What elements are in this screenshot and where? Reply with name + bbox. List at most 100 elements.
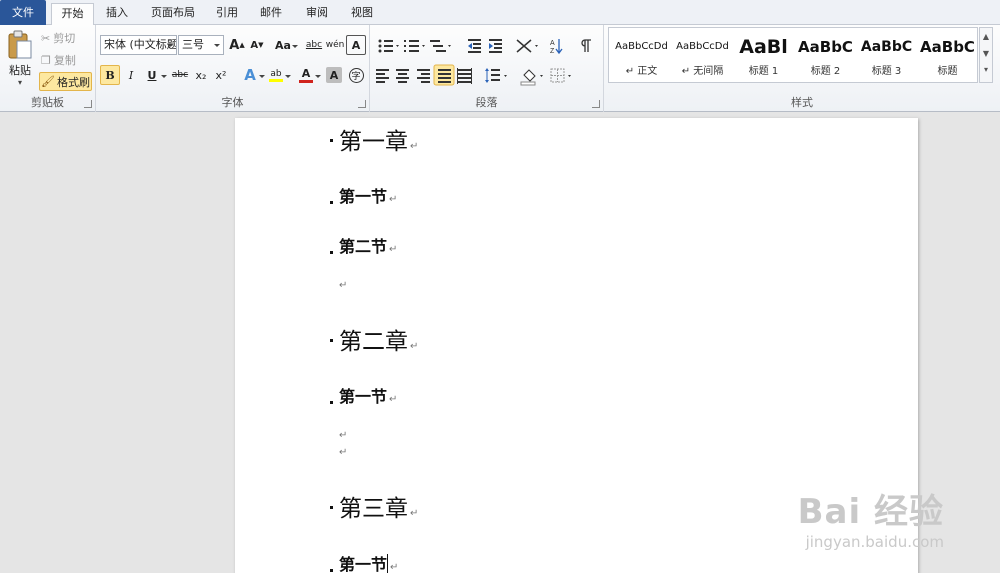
justify-icon[interactable] xyxy=(433,64,455,86)
more-styles-icon[interactable]: ▾ xyxy=(980,62,992,78)
font-color-button[interactable]: A xyxy=(296,65,321,85)
italic-button[interactable]: I xyxy=(121,65,141,85)
heading-text: 第三章 xyxy=(339,496,408,522)
heading-chapter-3[interactable]: 第三章 ↵ xyxy=(339,489,418,523)
highlight-color-button[interactable]: ab xyxy=(266,65,291,85)
paragraph-mark: ↵ xyxy=(410,508,419,519)
watermark-url: jingyan.baidu.com xyxy=(805,533,944,551)
enclose-characters-button[interactable]: 字 xyxy=(346,65,366,85)
style-heading-1[interactable]: AaBl 标题 1 xyxy=(733,30,794,82)
empty-paragraph[interactable]: ↵ xyxy=(337,278,347,291)
superscript-button[interactable]: x² xyxy=(211,65,231,85)
style-no-spacing[interactable]: AaBbCcDd ↵ 无间隔 xyxy=(672,30,733,82)
text-effects-button[interactable]: A xyxy=(240,65,265,85)
heading-section-3-1[interactable]: 第一节 ↵ xyxy=(339,551,398,573)
shrink-font-button[interactable]: A ▼ xyxy=(247,35,267,55)
tab-view[interactable]: 视图 xyxy=(343,3,381,25)
empty-paragraph[interactable]: ↵ xyxy=(337,445,347,458)
tab-insert[interactable]: 插入 xyxy=(98,3,136,25)
clear-formatting-button[interactable]: abc xyxy=(304,35,324,55)
style-name: 标题 2 xyxy=(810,66,841,77)
copy-button[interactable]: ❐ 复制 xyxy=(41,52,76,68)
show-marks-icon[interactable] xyxy=(581,39,591,52)
paragraph-dialog-launcher[interactable] xyxy=(592,100,600,108)
change-case-icon: Aa xyxy=(275,38,291,52)
grow-font-icon: A xyxy=(229,37,240,53)
tab-references[interactable]: 引用 xyxy=(208,3,246,25)
distributed-icon[interactable] xyxy=(457,68,472,84)
align-left-icon[interactable] xyxy=(376,69,389,83)
heading-text: 第一节 xyxy=(339,555,388,573)
format-painter-button[interactable]: 🖌 格式刷 xyxy=(39,72,92,91)
heading-chapter-2[interactable]: 第二章 ↵ xyxy=(339,322,418,356)
heading-text: 第二章 xyxy=(339,329,408,355)
numbering-icon[interactable] xyxy=(404,40,425,52)
font-color-swatch xyxy=(299,80,313,83)
paintbrush-icon: 🖌 xyxy=(41,75,55,88)
increase-indent-icon[interactable] xyxy=(489,39,502,53)
chinese-layout-icon[interactable] xyxy=(516,39,538,53)
font-dialog-launcher[interactable] xyxy=(358,100,366,108)
heading-section-1-1[interactable]: 第一节 ↵ xyxy=(339,183,397,207)
paragraph-group: AZ 段落 xyxy=(370,25,604,112)
paint-bucket-icon[interactable] xyxy=(520,69,543,86)
paragraph-mark: ↵ xyxy=(390,562,399,573)
scroll-up-icon[interactable]: ▲ xyxy=(980,28,992,45)
heading-chapter-1[interactable]: 第一章 ↵ xyxy=(339,122,418,156)
multilevel-list-icon[interactable] xyxy=(430,40,451,52)
character-shading-button[interactable]: A xyxy=(326,67,342,83)
sort-icon[interactable]: AZ xyxy=(550,39,563,55)
underline-button[interactable]: U xyxy=(142,65,167,85)
empty-paragraph[interactable]: ↵ xyxy=(337,428,347,441)
paste-button[interactable]: 粘贴 ▾ xyxy=(4,27,36,89)
font-name-dropdown[interactable]: 宋体 (中文标题 xyxy=(100,35,177,55)
tab-home[interactable]: 开始 xyxy=(51,3,94,26)
style-heading-3[interactable]: AaBbC 标题 3 xyxy=(856,30,917,82)
decrease-indent-icon[interactable] xyxy=(468,39,481,53)
character-border-button[interactable]: A xyxy=(346,35,366,55)
heading-marker xyxy=(330,339,333,342)
font-group-label: 字体 xyxy=(221,96,244,109)
paragraph-mark: ↵ xyxy=(410,341,419,352)
highlight-color-swatch xyxy=(269,78,283,82)
copy-label: 复制 xyxy=(53,54,76,67)
line-spacing-icon[interactable] xyxy=(485,68,507,83)
heading-marker xyxy=(330,201,333,204)
heading-section-2-1[interactable]: 第一节 ↵ xyxy=(339,383,397,407)
chevron-down-icon xyxy=(211,36,223,54)
heading-marker xyxy=(330,139,333,142)
tab-file[interactable]: 文件 xyxy=(0,0,46,25)
grow-font-button[interactable]: A ▲ xyxy=(227,35,247,55)
bold-button[interactable]: B xyxy=(100,65,120,85)
style-heading-2[interactable]: AaBbC 标题 2 xyxy=(795,30,856,82)
style-normal[interactable]: AaBbCcDd ↵ 正文 xyxy=(611,30,672,82)
paste-label: 粘贴 xyxy=(9,63,31,77)
style-title[interactable]: AaBbC 标题 xyxy=(917,30,978,82)
tab-review[interactable]: 审阅 xyxy=(298,3,336,25)
bullets-icon[interactable] xyxy=(378,39,400,53)
paragraph-mark: ↵ xyxy=(389,194,398,205)
style-name: ↵ 无间隔 xyxy=(681,66,724,77)
heading-section-1-2[interactable]: 第二节 ↵ xyxy=(339,233,397,257)
change-case-button[interactable]: Aa xyxy=(273,35,298,55)
styles-gallery-scroller[interactable]: ▲ ▼ ▾ xyxy=(979,27,993,83)
svg-text:A: A xyxy=(550,40,555,47)
tab-mailings[interactable]: 邮件 xyxy=(252,3,290,25)
paragraph-mark: ↵ xyxy=(389,394,398,405)
clipboard-dialog-launcher[interactable] xyxy=(84,100,92,108)
format-painter-label: 格式刷 xyxy=(56,75,90,89)
strikethrough-button[interactable]: abc xyxy=(170,65,190,85)
borders-icon[interactable] xyxy=(550,68,571,83)
tab-page-layout[interactable]: 页面布局 xyxy=(142,3,204,25)
heading-text: 第二节 xyxy=(339,237,388,256)
scroll-down-icon[interactable]: ▼ xyxy=(980,45,992,62)
style-sample: AaBbC xyxy=(798,38,853,56)
subscript-button[interactable]: x₂ xyxy=(191,65,211,85)
align-center-icon[interactable] xyxy=(396,69,409,83)
copy-icon: ❐ xyxy=(41,53,51,67)
phonetic-guide-button[interactable]: wén xyxy=(325,35,345,55)
font-size-dropdown[interactable]: 三号 xyxy=(178,35,224,55)
align-right-icon[interactable] xyxy=(417,69,430,83)
cut-button[interactable]: ✂ 剪切 xyxy=(41,30,75,46)
font-size-value: 三号 xyxy=(182,38,204,51)
